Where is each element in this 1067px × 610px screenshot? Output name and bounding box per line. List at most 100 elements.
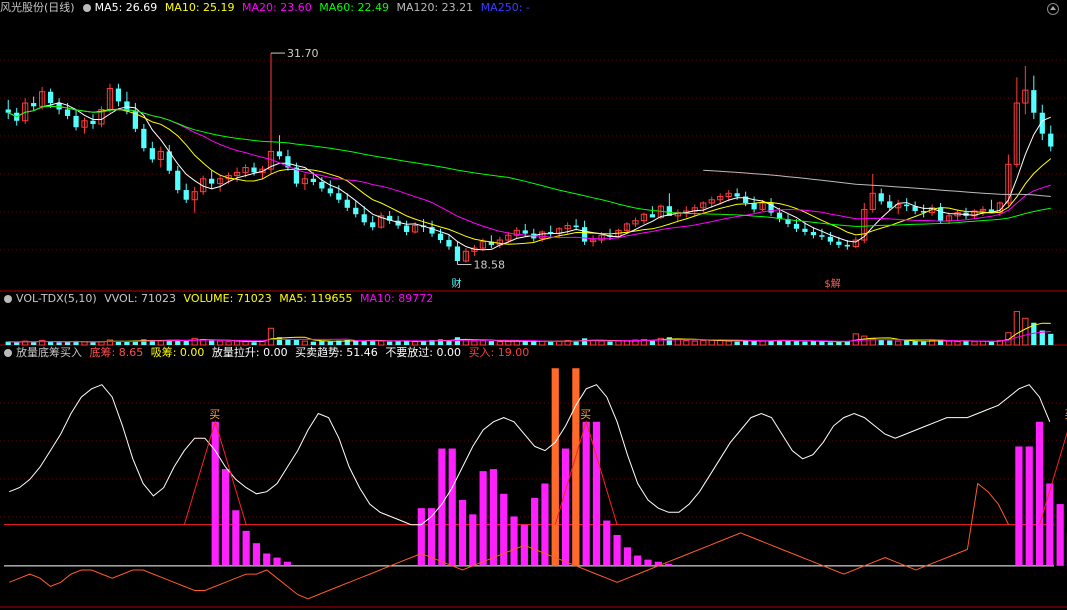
volume-bar-down xyxy=(454,337,461,345)
dichou-bar xyxy=(469,514,477,566)
candle-body-down xyxy=(810,231,817,236)
ma60-line xyxy=(7,105,1051,227)
candle-body-down xyxy=(310,178,316,183)
candle-body-down xyxy=(437,233,444,241)
candle-body-down xyxy=(336,193,342,200)
candle-body-down xyxy=(1031,90,1037,113)
candle-body-down xyxy=(64,109,71,116)
volume-bar-down xyxy=(988,341,995,345)
volume-bar-down xyxy=(878,339,884,345)
candle-body-down xyxy=(937,207,944,221)
candle-body-down xyxy=(344,199,350,208)
volume-bar-up xyxy=(615,340,622,346)
volume-bar-up xyxy=(598,340,605,346)
ma20-label: MA20: 23.60 xyxy=(242,1,312,14)
dichou-bar xyxy=(1025,446,1033,566)
vol-name: VOL-TDX(5,10) xyxy=(16,292,97,305)
candle-body-down xyxy=(175,170,181,191)
candle-body-down xyxy=(581,227,588,242)
volume-bar-down xyxy=(912,341,918,345)
candle-body-down xyxy=(827,236,834,242)
settings-dot-icon[interactable] xyxy=(4,349,12,357)
ma5-label: MA5: 26.69 xyxy=(94,1,158,14)
volume-bar-down xyxy=(785,340,791,345)
candle-body-down xyxy=(573,225,579,228)
volume-bar-down xyxy=(904,340,910,345)
volume-bar-down xyxy=(963,341,969,345)
dichou-bar xyxy=(592,421,601,566)
high-price-label: 31.70 xyxy=(287,47,319,60)
dichou-bar xyxy=(458,499,467,566)
dichou-bar xyxy=(489,469,498,566)
volume-bar-down xyxy=(827,342,834,345)
vol-ma5-line xyxy=(8,322,1051,343)
volume-bar-up xyxy=(191,337,198,346)
candle-body-down xyxy=(887,201,893,208)
volume-bar-down xyxy=(734,341,740,345)
candle-body-down xyxy=(844,244,850,247)
candle-body-down xyxy=(47,91,54,104)
volume-bar-up xyxy=(691,340,698,346)
xichou-bar xyxy=(572,368,580,566)
volume-bar-up xyxy=(267,327,275,346)
xichou-label: 吸筹: 0.00 xyxy=(150,346,205,359)
dichou-bar xyxy=(252,543,261,566)
mairu-label: 买入: 19.00 xyxy=(468,346,530,359)
volume-bar-down xyxy=(1048,333,1054,345)
stock-name: 风光股份(日线) xyxy=(0,1,75,14)
dichou-bar xyxy=(1046,483,1054,566)
volume-bar-down xyxy=(793,341,800,345)
volume-legend: VOL-TDX(5,10) VVOL: 71023 VOLUME: 71023 … xyxy=(0,291,437,307)
ma120-label: MA120: 23.21 xyxy=(396,1,474,14)
ma120-line xyxy=(703,169,1051,197)
settings-dot-icon[interactable] xyxy=(82,4,91,12)
dichou-bar xyxy=(644,559,652,566)
fangguo-line xyxy=(9,482,1010,600)
buy-signal-label: 买 xyxy=(209,408,220,421)
dichou-bar xyxy=(1015,446,1023,566)
event-jie-label: $解 xyxy=(824,277,840,290)
volume-bar-down xyxy=(581,338,588,345)
volume-bar-down xyxy=(920,341,927,345)
fangguo-label: 不要放过: 0.00 xyxy=(385,346,462,359)
dichou-bar xyxy=(479,471,487,566)
volume-bar-up xyxy=(700,340,707,346)
ma10-label: MA10: 25.19 xyxy=(164,1,235,14)
volume-bar-up xyxy=(759,340,766,346)
dichou-bar xyxy=(1056,504,1064,566)
candle-body-down xyxy=(251,167,257,173)
dichou-label: 底筹: 8.65 xyxy=(89,346,144,359)
candle-body-down xyxy=(90,120,96,124)
dichou-bar xyxy=(603,520,611,566)
volume-bar-down xyxy=(802,341,808,345)
candle-body-down xyxy=(370,222,376,228)
vol-ma10-label: MA10: 89772 xyxy=(360,292,434,305)
dichou-bar xyxy=(613,534,621,566)
volume-bar-up xyxy=(683,340,690,346)
dichou-bar xyxy=(623,547,631,566)
buy-signal-label: 买 xyxy=(580,408,591,421)
dichou-bar xyxy=(531,497,539,566)
volume-bar-down xyxy=(607,341,613,345)
volume-label: VOLUME: 71023 xyxy=(183,292,272,305)
volume-bar-up xyxy=(945,340,953,346)
candle-body-down xyxy=(141,128,147,149)
lashen-label: 放量拉升: 0.00 xyxy=(211,346,288,359)
settings-dot-icon[interactable] xyxy=(4,295,12,303)
volume-bar-up xyxy=(1013,311,1020,346)
dichou-bar xyxy=(417,508,425,566)
candle-body-down xyxy=(209,178,215,184)
candle-body-down xyxy=(73,115,79,128)
candle-body-down xyxy=(183,190,189,200)
volume-bar-up xyxy=(954,341,961,346)
candle-body-down xyxy=(403,225,410,232)
dichou-bar xyxy=(448,448,456,566)
vol-ma5-label: MA5: 119655 xyxy=(279,292,353,305)
volume-bar-up xyxy=(1005,332,1012,346)
candle-body-down xyxy=(522,230,528,234)
candle-body-down xyxy=(734,193,740,197)
qushi-label: 买卖趋势: 51.46 xyxy=(295,346,378,359)
vvol-label: VVOL: 71023 xyxy=(104,292,177,305)
xichou-bar xyxy=(551,368,559,566)
candle-body-down xyxy=(353,207,359,215)
